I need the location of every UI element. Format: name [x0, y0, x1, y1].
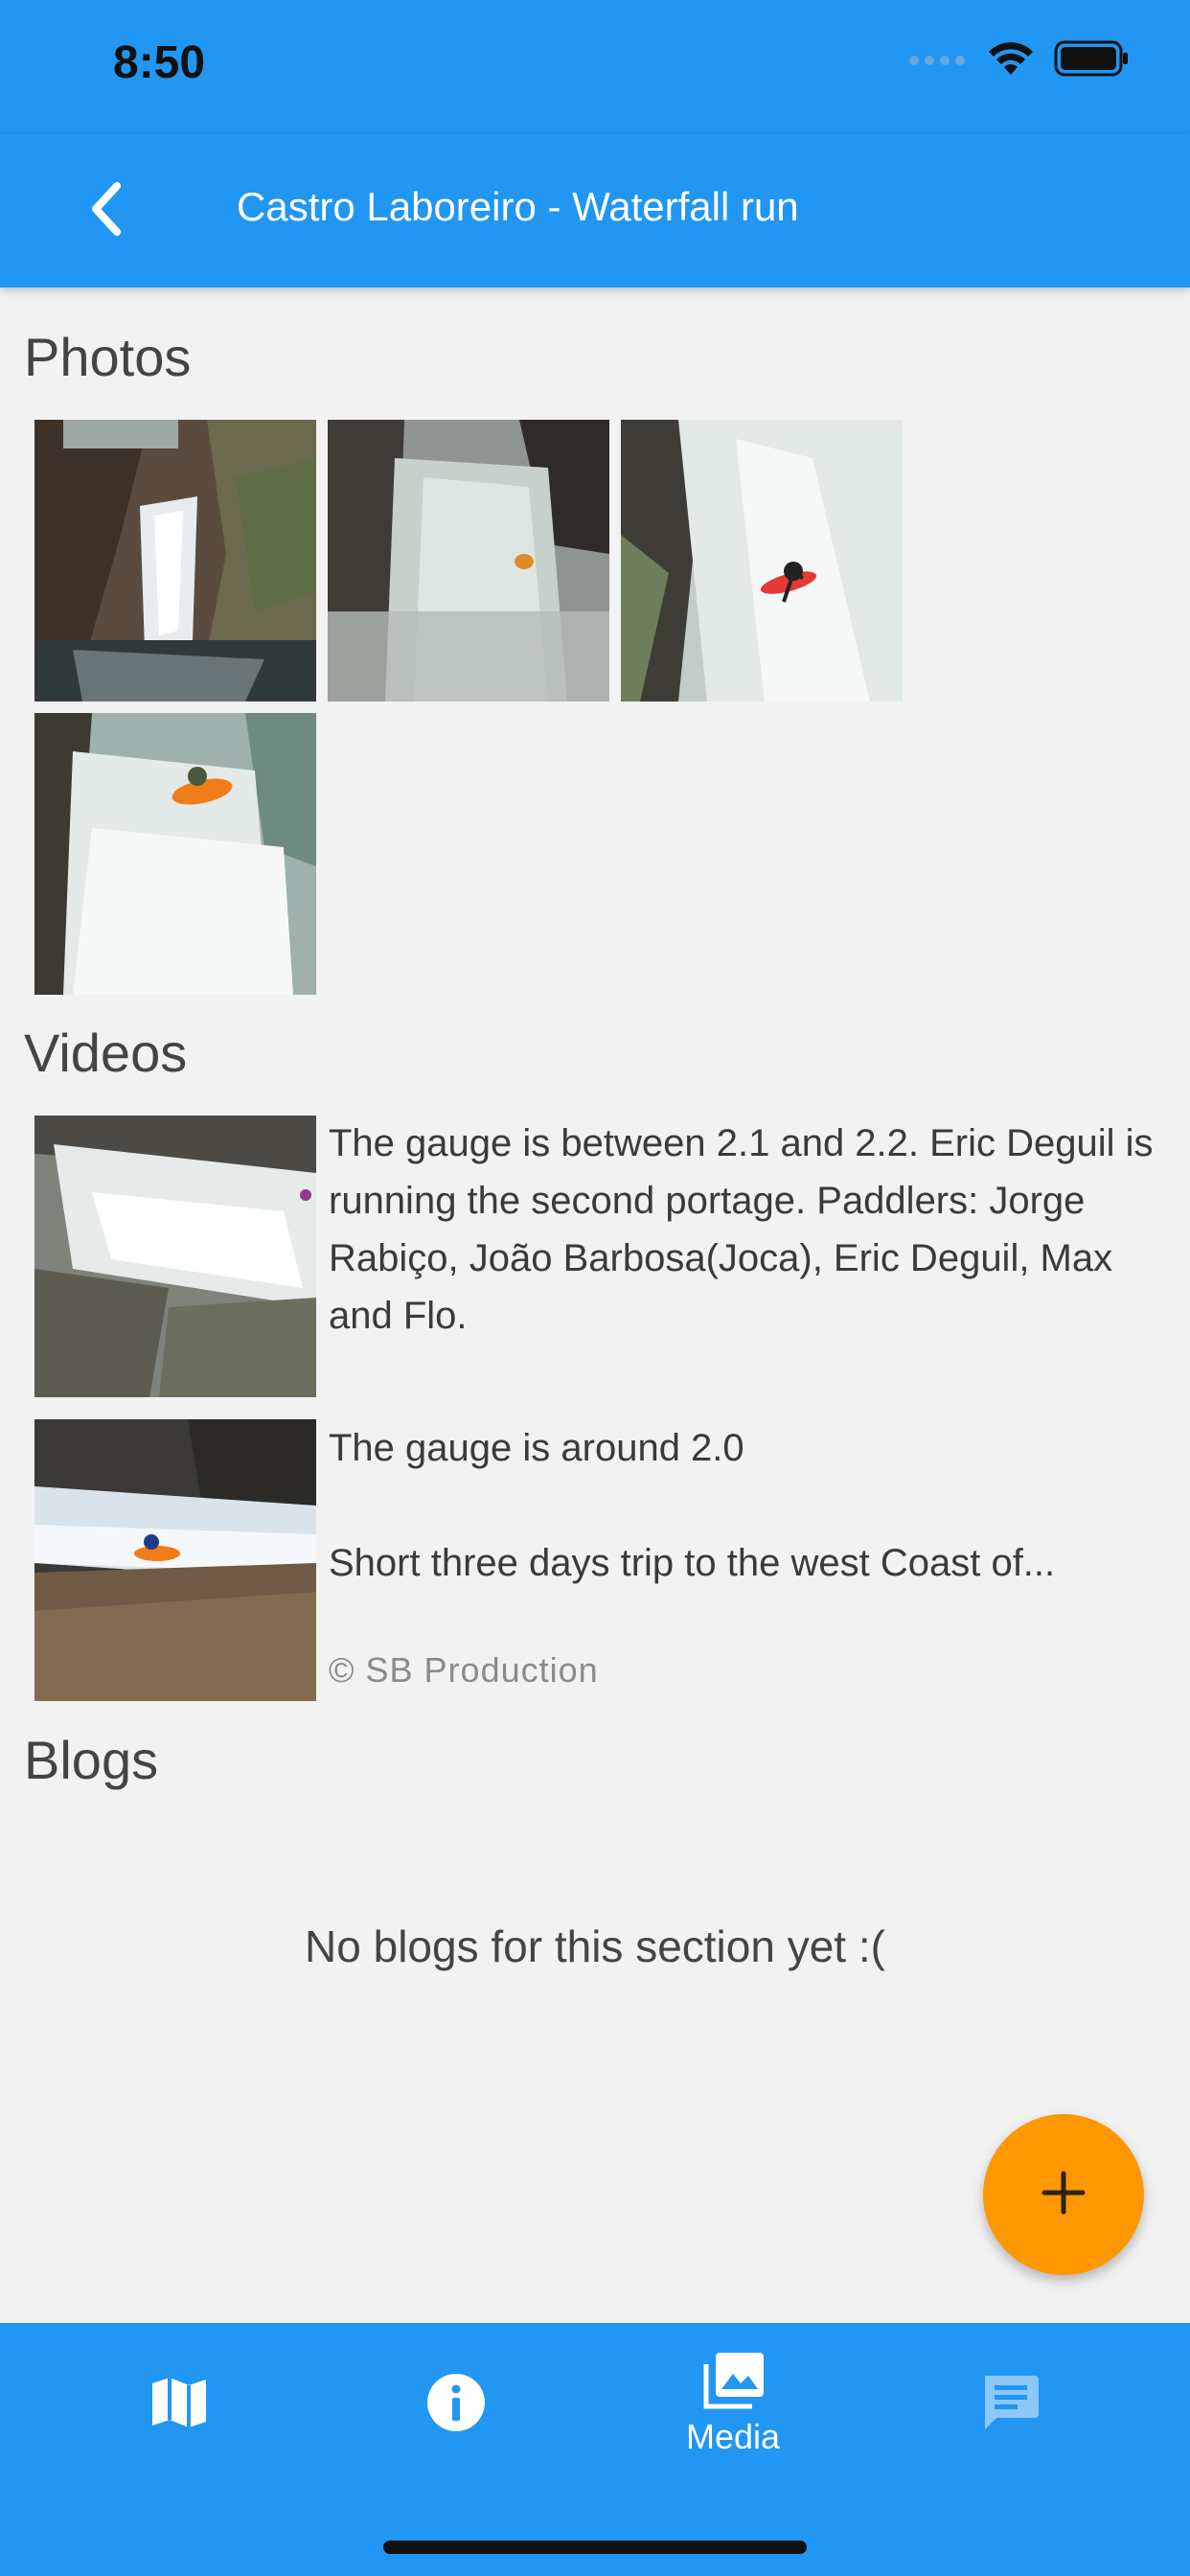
app-bar: Castro Laboreiro - Waterfall run	[0, 134, 1190, 288]
photos-heading: Photos	[24, 327, 192, 387]
chat-icon	[979, 2372, 1041, 2438]
nav-item-media[interactable]: Media	[618, 2323, 848, 2486]
video-description: The gauge is between 2.1 and 2.2. Eric D…	[329, 1122, 1154, 1337]
photo-thumbnail[interactable]	[34, 420, 316, 702]
status-bar: 8:50	[0, 0, 1190, 134]
wifi-icon	[987, 40, 1035, 81]
video-credit: © SB Production	[329, 1650, 599, 1690]
photo-thumbnail[interactable]	[34, 713, 316, 995]
nav-item-map[interactable]	[64, 2323, 294, 2486]
cellular-signal-icon	[908, 49, 968, 73]
plus-icon	[1041, 2170, 1087, 2220]
video-thumbnail[interactable]	[34, 1116, 316, 1397]
status-time: 8:50	[113, 37, 206, 88]
chevron-left-icon	[86, 180, 125, 242]
video-title: The gauge is around 2.0	[329, 1427, 744, 1469]
battery-icon	[1054, 40, 1131, 81]
nav-label-media: Media	[685, 2416, 781, 2456]
page-title: Castro Laboreiro - Waterfall run	[237, 184, 799, 229]
nav-item-info[interactable]	[341, 2323, 571, 2486]
photo-thumbnail[interactable]	[621, 420, 903, 702]
add-media-button[interactable]	[983, 2114, 1144, 2275]
image-icon	[702, 2352, 764, 2415]
status-icons	[908, 40, 1131, 81]
bottom-navigation: Media	[0, 2323, 1190, 2576]
info-icon	[425, 2372, 487, 2438]
home-indicator	[383, 2541, 807, 2554]
back-button[interactable]	[77, 176, 134, 245]
nav-item-chat[interactable]	[895, 2323, 1125, 2486]
videos-heading: Videos	[24, 1023, 188, 1083]
photo-thumbnail[interactable]	[328, 420, 609, 702]
video-thumbnail[interactable]	[34, 1419, 316, 1701]
video-description: Short three days trip to the west Coast …	[329, 1542, 1056, 1584]
empty-blogs-message: No blogs for this section yet :(	[305, 1921, 885, 1971]
map-icon	[149, 2372, 210, 2438]
blogs-heading: Blogs	[24, 1730, 159, 1790]
